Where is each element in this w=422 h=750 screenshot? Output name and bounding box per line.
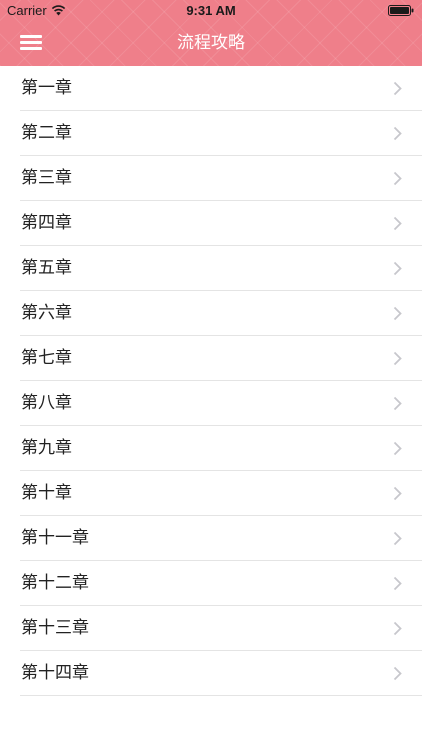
chevron-right-icon (393, 81, 402, 96)
chevron-right-icon (393, 171, 402, 186)
chevron-right-icon (393, 261, 402, 276)
chevron-right-icon (393, 531, 402, 546)
chapter-label: 第十章 (21, 483, 72, 503)
chapter-label: 第六章 (21, 303, 72, 323)
chapter-label: 第十二章 (21, 573, 89, 593)
status-time: 9:31 AM (186, 3, 236, 18)
chevron-right-icon (393, 306, 402, 321)
battery-full-icon (388, 5, 414, 16)
chevron-right-icon (393, 351, 402, 366)
chevron-right-icon (393, 216, 402, 231)
list-item[interactable]: 第二章 (0, 111, 422, 156)
chapter-label: 第九章 (21, 438, 72, 458)
chapter-label: 第三章 (21, 168, 72, 188)
chapter-label: 第五章 (21, 258, 72, 278)
status-bar: Carrier 9:31 AM (0, 0, 422, 22)
chapter-label: 第四章 (21, 213, 72, 233)
list-item[interactable]: 第十章 (0, 471, 422, 516)
chapter-label: 第一章 (21, 78, 72, 98)
chapter-label: 第十三章 (21, 618, 89, 638)
chevron-right-icon (393, 126, 402, 141)
chapter-label: 第十四章 (21, 663, 89, 683)
page-title: 流程攻略 (177, 33, 245, 53)
list-item[interactable]: 第十一章 (0, 516, 422, 561)
list-item[interactable]: 第一章 (0, 66, 422, 111)
chapter-list: 第一章第二章第三章第四章第五章第六章第七章第八章第九章第十章第十一章第十二章第十… (0, 66, 422, 696)
list-item[interactable]: 第八章 (0, 381, 422, 426)
app-screen: Carrier 9:31 AM 流程攻略 第一章 第二章 第三章 第四章 第五章 第六章第… (0, 0, 422, 750)
chapter-label: 第八章 (21, 393, 72, 413)
list-item[interactable]: 第七章 (0, 336, 422, 381)
chevron-right-icon (393, 666, 402, 681)
chapter-label: 第七章 (21, 348, 72, 368)
chevron-right-icon (393, 576, 402, 591)
list-item[interactable]: 第十三章 (0, 606, 422, 651)
chevron-right-icon (393, 396, 402, 411)
chapter-label: 第十一章 (21, 528, 89, 548)
list-item[interactable]: 第十四章 (0, 651, 422, 696)
chevron-right-icon (393, 441, 402, 456)
list-item[interactable]: 第三章 (0, 156, 422, 201)
chevron-right-icon (393, 486, 402, 501)
list-item[interactable]: 第九章 (0, 426, 422, 471)
list-item[interactable]: 第五章 (0, 246, 422, 291)
navigation-bar: Carrier 9:31 AM 流程攻略 (0, 0, 422, 66)
list-item[interactable]: 第六章 (0, 291, 422, 336)
list-item[interactable]: 第四章 (0, 201, 422, 246)
list-item[interactable]: 第十二章 (0, 561, 422, 606)
chapter-label: 第二章 (21, 123, 72, 143)
chevron-right-icon (393, 621, 402, 636)
